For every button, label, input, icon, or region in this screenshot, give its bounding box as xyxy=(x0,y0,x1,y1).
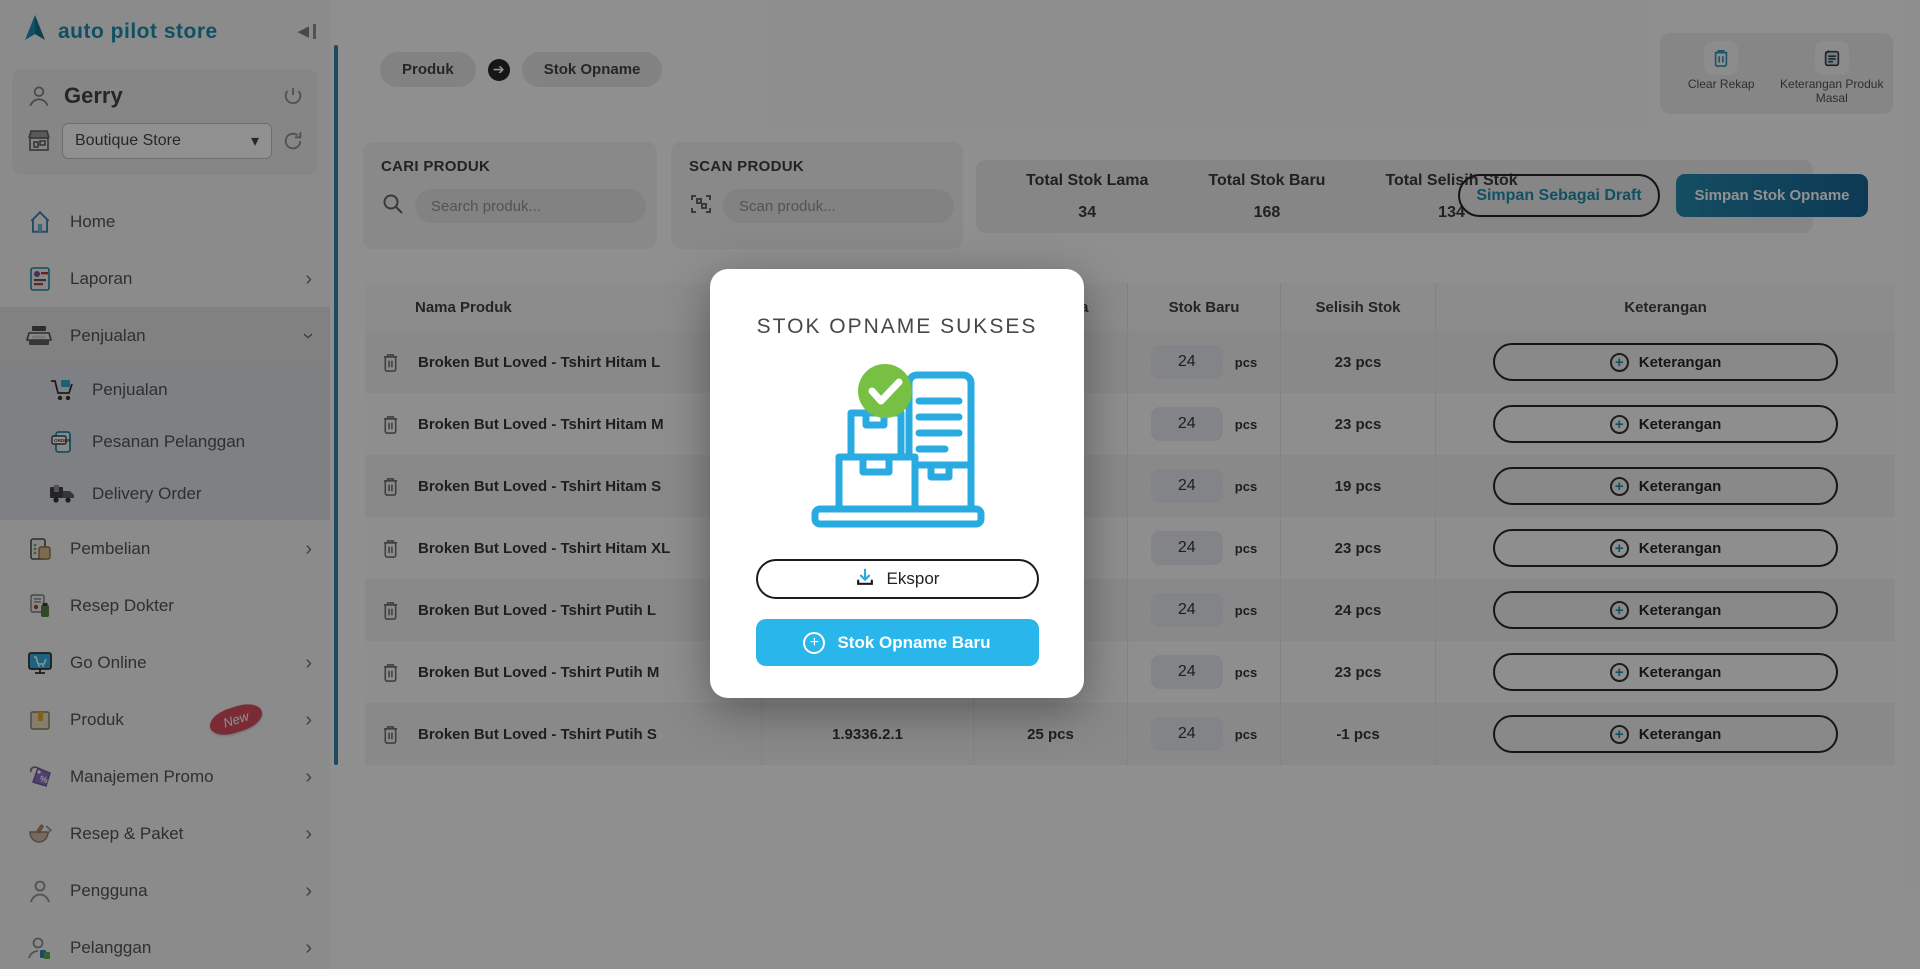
stock-boxes-success-illustration xyxy=(805,361,990,541)
download-icon xyxy=(855,567,875,592)
modal-title: STOK OPNAME SUKSES xyxy=(757,315,1038,339)
plus-circle-icon: + xyxy=(803,632,825,654)
stok-opname-baru-button[interactable]: + Stok Opname Baru xyxy=(756,619,1039,666)
success-check-icon xyxy=(858,364,912,418)
ekspor-button[interactable]: Ekspor xyxy=(756,559,1039,599)
stok-opname-sukses-modal: STOK OPNAME SUKSES Ekspor + Stok Opna xyxy=(710,269,1084,698)
